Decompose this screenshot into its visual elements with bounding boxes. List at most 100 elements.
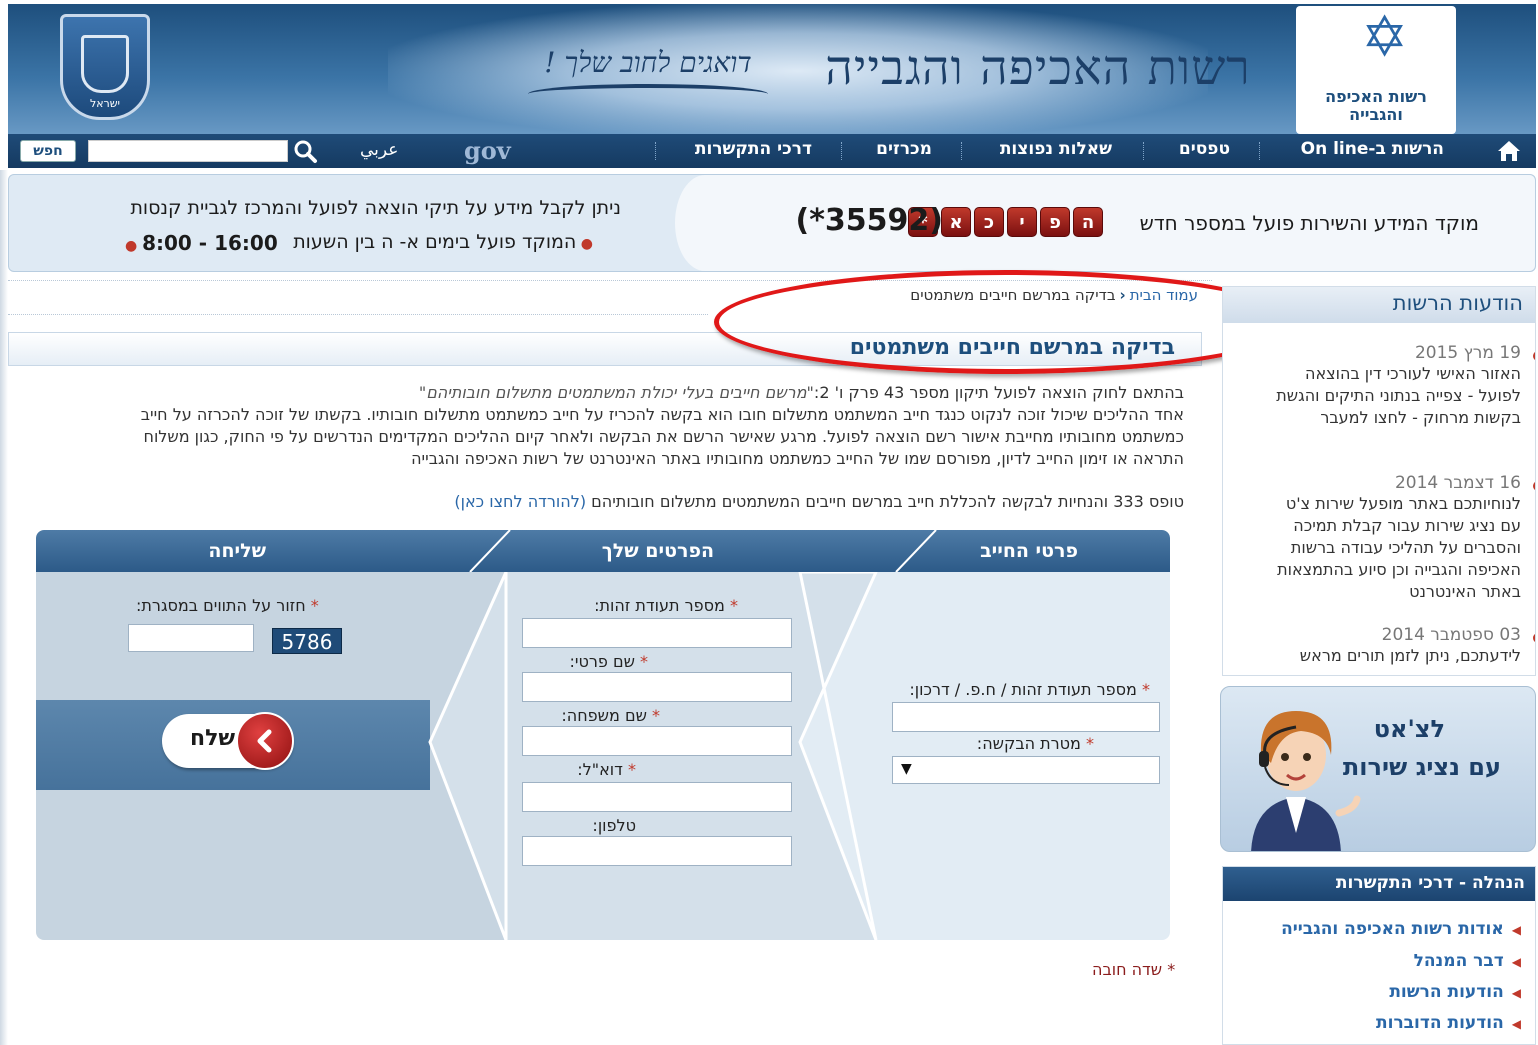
send-heading: שליחה <box>208 540 266 562</box>
nav-separator <box>961 142 962 160</box>
management-links-box: הנהלה - דרכי התקשרות ◀ אודות רשות האכיפה … <box>1222 866 1536 1045</box>
search-input[interactable] <box>88 140 288 162</box>
nav-item-faq[interactable]: שאלות נפוצות <box>1000 139 1112 159</box>
emblem-label: ישראל <box>89 97 121 110</box>
send-button-label: שלח <box>190 726 236 751</box>
captcha-label-text: חזור על התווים במסגרת: <box>136 596 306 615</box>
bullet-icon: ● <box>576 236 593 252</box>
bullet-dot-icon <box>1533 633 1535 643</box>
home-icon[interactable] <box>1496 138 1522 164</box>
bullet-dot-icon <box>1533 351 1535 361</box>
required-asterisk: * <box>640 652 648 671</box>
news-date: 16 דצמבר 2014 <box>1394 473 1521 493</box>
search-button[interactable]: חפש <box>20 140 76 162</box>
dropdown-arrow-icon: ▼ <box>901 761 912 777</box>
nav-item-forms[interactable]: טפסים <box>1179 139 1230 159</box>
news-title: הודעות הרשות <box>1392 291 1523 315</box>
last-name-label-text: שם משפחה: <box>561 706 647 725</box>
news-text: האזור האישי לעורכי דין בהוצאה לפועל - צפ… <box>1276 364 1521 427</box>
required-asterisk: * <box>628 760 636 779</box>
sidebar-link-label: הודעות הרשות <box>1389 982 1504 1002</box>
nav-item-contact[interactable]: דרכי התקשרות <box>695 139 812 159</box>
id-number-label-text: מספר תעודת זהות: <box>594 596 725 615</box>
triangle-bullet-icon: ◀ <box>1511 1017 1521 1031</box>
bullet-icon: ● <box>125 238 143 254</box>
debtor-details-heading: פרטי החייב <box>980 540 1078 562</box>
nav-separator <box>1143 142 1144 160</box>
arabic-language-link[interactable]: عربي <box>360 140 398 160</box>
request-purpose-label-text: מטרת הבקשה: <box>976 734 1081 753</box>
news-text: לנוחיותכם באתר מופעל שירות צ'ט עם נציג ש… <box>1277 494 1521 601</box>
captcha-label: * חזור על התווים במסגרת: <box>136 596 319 615</box>
chat-banner[interactable]: לצ'אט עם נציג שירות <box>1220 686 1536 852</box>
sidebar-link-director[interactable]: ◀ דבר המנהל <box>1414 951 1521 971</box>
debtor-id-label: * מספר תעודת זהות / ח.פ. / דרכון: <box>909 680 1150 699</box>
nav-item-tenders[interactable]: מכרזים <box>876 139 932 159</box>
news-item[interactable]: 19 מרץ 2015 האזור האישי לעורכי דין בהוצא… <box>1261 343 1535 429</box>
your-details-heading: הפרטים שלך <box>601 540 714 562</box>
hours-text: ● המוקד פועל בימים א- ה בין השעות <box>293 231 593 253</box>
debtor-id-input[interactable] <box>892 702 1160 732</box>
request-purpose-label: * מטרת הבקשה: <box>977 734 1094 753</box>
triangle-bullet-icon: ◀ <box>1511 986 1521 1000</box>
sidebar-link-label: אודות רשות האכיפה והגבייה <box>1281 919 1504 939</box>
site-header: רשות האכיפה והגבייה דואגים לחוב שלך ! ✡ … <box>8 4 1536 138</box>
sidebar-link-announcements[interactable]: ◀ הודעות הרשות <box>1389 982 1521 1002</box>
main-nav: הרשות ב-On line טפסים שאלות נפוצות מכרזי… <box>8 134 1536 168</box>
hours-range: 8:00 - 16:00 <box>142 231 278 255</box>
email-input[interactable] <box>522 782 792 812</box>
nav-separator <box>655 142 656 160</box>
hours-value: ● 8:00 - 16:00 <box>125 231 278 255</box>
sidebar-link-about[interactable]: ◀ אודות רשות האכיפה והגבייה <box>1281 919 1521 939</box>
annotation-red-ellipse <box>714 270 1298 374</box>
divider <box>8 314 708 315</box>
slogan: דואגים לחוב שלך ! <box>544 46 752 79</box>
intro-line: כמשתמט מחובותיו מחייבת אישור רשם הוצאה ל… <box>143 427 1184 446</box>
slogan-swoosh <box>528 84 768 104</box>
sidebar-link-press[interactable]: ◀ הודעות הדוברות <box>1376 1013 1521 1033</box>
intro-line: בהתאם לחוק הוצאה לפועל תיקון מספר 43 פרק… <box>30 382 1184 404</box>
triangle-bullet-icon: ◀ <box>1511 955 1521 969</box>
search-form-panel: פרטי החייב הפרטים שלך שליחה * מספר תעודת… <box>36 530 1170 940</box>
intro-line: התראה או זימון החייב לדיון, מפורסם שמו ש… <box>411 449 1184 468</box>
chat-title: לצ'אט <box>1373 715 1445 743</box>
links-header: הנהלה - דרכי התקשרות <box>1223 867 1535 901</box>
nav-separator <box>1259 142 1260 160</box>
chat-subtitle: עם נציג שירות <box>1342 753 1501 781</box>
hotline-text: מוקד המידע והשירות פועל במספר חדש <box>1139 211 1479 235</box>
debtor-id-label-text: מספר תעודת זהות / ח.פ. / דרכון: <box>909 680 1137 699</box>
required-asterisk: * <box>652 706 660 725</box>
triangle-bullet-icon: ◀ <box>1511 923 1521 937</box>
page-edge-shade <box>0 170 8 1045</box>
enforcement-info-text: ניתן לקבל מידע על תיקי הוצאה לפועל והמרכ… <box>130 197 621 219</box>
request-purpose-select[interactable]: ▼ <box>892 756 1160 784</box>
news-item[interactable]: 16 דצמבר 2014 לנוחיותכם באתר מופעל שירות… <box>1261 473 1535 603</box>
intro-line: אחד ההליכים שיכול זוכה לנקוט כנגד חייב ה… <box>140 405 1184 424</box>
required-field-note: * שדה חובה <box>1092 960 1176 979</box>
first-name-input[interactable] <box>522 672 792 702</box>
intro-line1-prefix: בהתאם לחוק הוצאה לפועל תיקון מספר 43 פרק… <box>813 383 1184 402</box>
code-letter: א <box>941 207 971 237</box>
first-name-label-text: שם פרטי: <box>569 652 635 671</box>
nav-item-online[interactable]: הרשות ב-On line <box>1301 139 1444 159</box>
email-label-text: דוא"ל: <box>577 760 623 779</box>
form-download-link[interactable]: (להורדה לחצו כאן) <box>454 492 586 511</box>
intro-text: בהתאם לחוק הוצאה לפועל תיקון מספר 43 פרק… <box>30 382 1184 470</box>
id-number-input[interactable] <box>522 618 792 648</box>
last-name-input[interactable] <box>522 726 792 756</box>
news-item[interactable]: 03 ספטמבר 2014 לידעתכם, ניתן לזמן תורים … <box>1261 625 1535 667</box>
gov-logo[interactable]: gov <box>464 136 511 165</box>
send-button[interactable]: שלח <box>162 712 294 770</box>
site-title: רשות האכיפה והגבייה <box>825 40 1251 96</box>
captcha-input[interactable] <box>128 624 254 652</box>
search-icon[interactable] <box>292 138 318 164</box>
bullet-dot-icon <box>1533 481 1535 491</box>
news-text: לידעתכם, ניתן לזמן תורים מראש <box>1299 646 1521 665</box>
arrow-left-icon <box>236 712 294 770</box>
logo-text: רשות האכיפה והגבייה <box>1325 87 1427 124</box>
phone-label: טלפון: <box>592 816 636 835</box>
authority-news-box: הודעות הרשות 19 מרץ 2015 האזור האישי לעו… <box>1222 286 1536 676</box>
first-name-label: * שם פרטי: <box>570 652 649 671</box>
phone-input[interactable] <box>522 836 792 866</box>
news-date: 19 מרץ 2015 <box>1414 343 1521 363</box>
